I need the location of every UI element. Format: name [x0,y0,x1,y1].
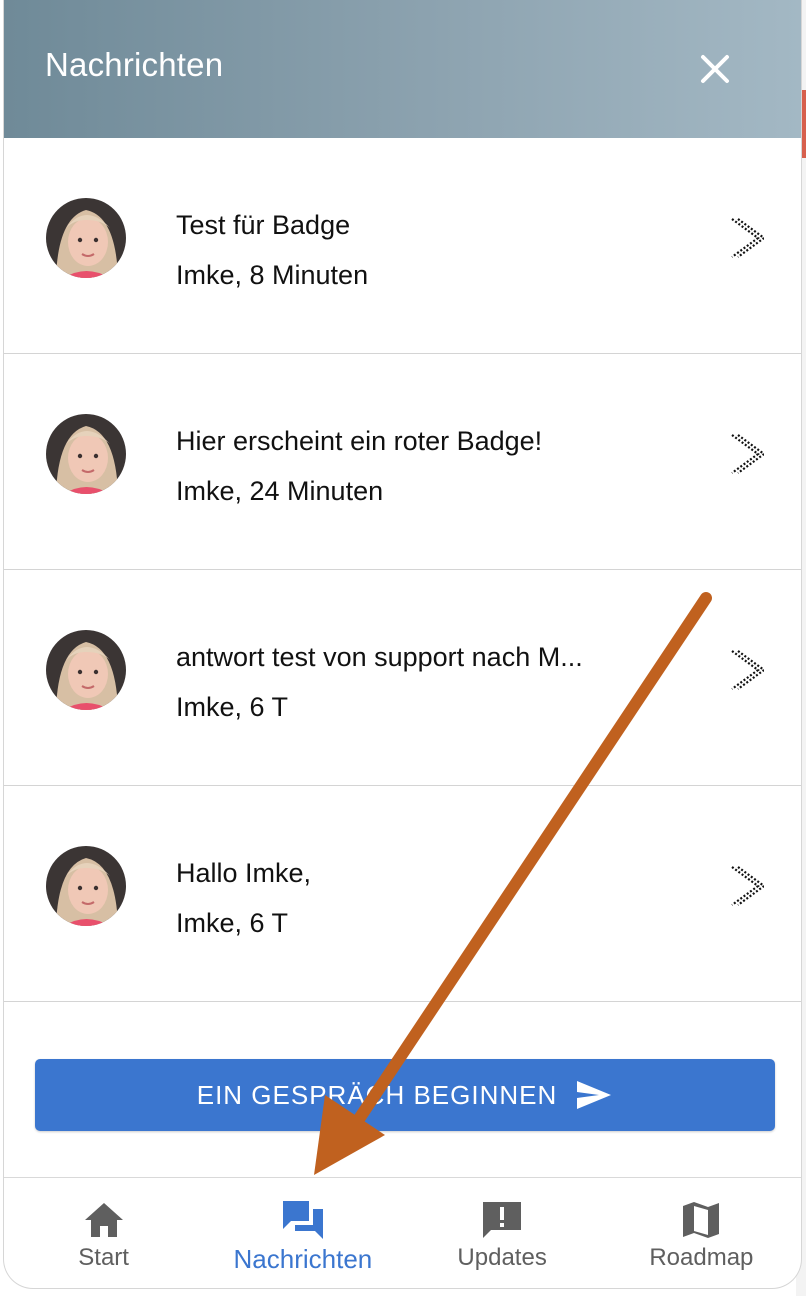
bottom-navigation: Start Nachrichten Updates Roadmap [4,1177,801,1288]
nav-start-label: Start [78,1244,129,1271]
avatar [46,846,126,926]
header-title: Nachrichten [45,46,224,83]
conversation-item[interactable]: antwort test von support nach M... Imke,… [4,570,801,786]
close-button[interactable] [690,44,740,94]
conversation-meta: Imke, 24 Minuten [176,476,384,506]
conversation-meta: Imke, 6 T [176,692,289,722]
home-icon [84,1203,123,1237]
map-icon [683,1202,720,1238]
nav-roadmap-label: Roadmap [649,1244,754,1271]
widget-header: Nachrichten [4,0,801,138]
conversation-meta: Imke, 6 T [176,908,289,938]
chevron-right-icon [731,650,764,690]
send-icon [577,1081,612,1109]
chat-bubbles-icon [282,1201,323,1239]
chevron-right-icon [731,434,764,474]
nav-nachrichten-label: Nachrichten [233,1244,373,1274]
conversation-title: Hier erscheint ein roter Badge! [176,426,543,456]
conversation-item[interactable]: Hier erscheint ein roter Badge! Imke, 24… [4,354,801,570]
nav-updates-label: Updates [457,1244,547,1271]
chevron-right-icon [731,866,764,906]
conversation-title: antwort test von support nach M... [176,642,583,672]
nav-updates[interactable]: Updates [403,1178,602,1288]
avatar [46,630,126,710]
conversation-meta: Imke, 8 Minuten [176,260,369,290]
nav-roadmap[interactable]: Roadmap [602,1178,801,1288]
feedback-exclamation-icon [483,1202,522,1238]
start-conversation-button[interactable]: EIN GESPRÄCH BEGINNEN [35,1059,775,1131]
avatar [46,414,126,494]
start-conversation-label: EIN GESPRÄCH BEGINNEN [196,1079,558,1110]
messages-widget: Nachrichten Test für Badge Imke, 8 Minut… [3,0,802,1289]
close-icon [701,55,729,83]
nav-start[interactable]: Start [4,1178,203,1288]
conversation-item[interactable]: Hallo Imke, Imke, 6 T [4,786,801,1002]
conversation-item[interactable]: Test für Badge Imke, 8 Minuten [4,138,801,354]
conversation-title: Test für Badge [176,210,351,240]
conversation-title: Hallo Imke, [176,858,312,888]
chevron-right-icon [731,218,764,258]
avatar [46,198,126,278]
nav-nachrichten[interactable]: Nachrichten [203,1178,402,1288]
conversation-list: Test für Badge Imke, 8 Minuten Hier ersc… [4,138,801,1002]
